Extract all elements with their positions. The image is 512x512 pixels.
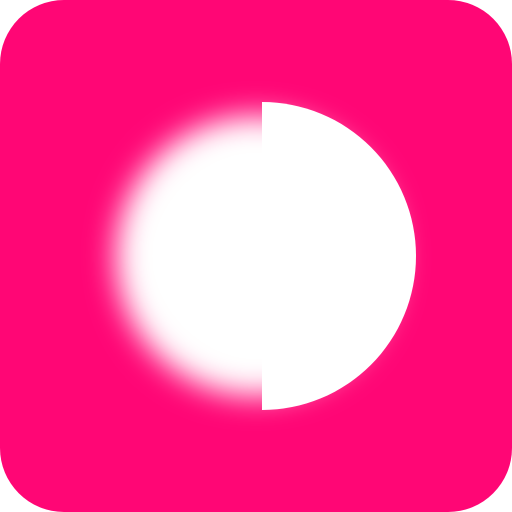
crescent-glow-icon <box>0 0 512 512</box>
app-icon <box>0 0 512 512</box>
